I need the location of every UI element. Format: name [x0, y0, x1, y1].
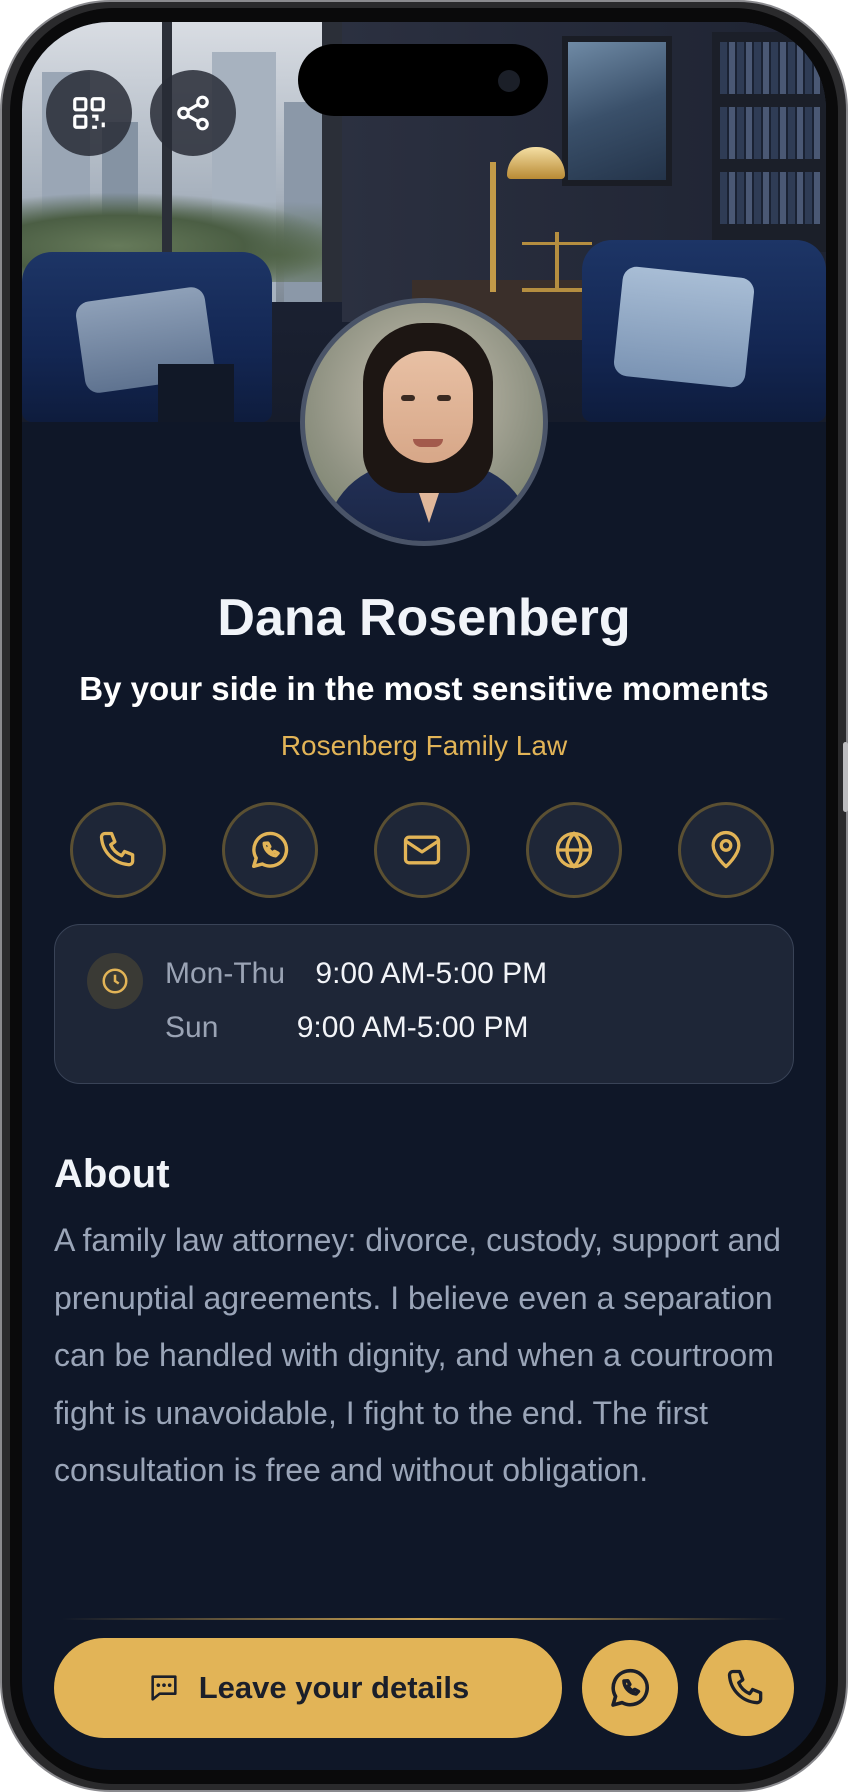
- hours-row: Mon-Thu 9:00 AM-5:00 PM: [165, 957, 547, 991]
- mail-icon: [403, 835, 441, 865]
- share-icon: [177, 95, 209, 131]
- hours-time: 9:00 AM-5:00 PM: [296, 1011, 529, 1044]
- email-action-button[interactable]: [374, 802, 470, 898]
- profile-tagline: By your side in the most sensitive momen…: [79, 670, 769, 707]
- qr-code-icon: [73, 97, 105, 129]
- side-button: [843, 742, 848, 812]
- screen: Dana Rosenberg By your side in the most …: [22, 22, 826, 1770]
- whatsapp-icon: [611, 1668, 649, 1707]
- opening-hours-card: Mon-Thu 9:00 AM-5:00 PM Sun 9:00 AM-5:00…: [54, 924, 794, 1084]
- hours-row: Sun 9:00 AM-5:00 PM: [165, 1011, 529, 1045]
- map-pin-icon: [711, 830, 741, 869]
- share-button[interactable]: [150, 70, 236, 156]
- location-action-button[interactable]: [678, 802, 774, 898]
- leave-details-button[interactable]: Leave your details: [54, 1638, 562, 1738]
- avatar: [300, 298, 548, 546]
- globe-icon: [555, 831, 593, 869]
- website-action-button[interactable]: [526, 802, 622, 898]
- hours-days: Sun: [165, 1011, 219, 1044]
- profile-name: Dana Rosenberg: [217, 589, 631, 647]
- clock-icon: [102, 968, 128, 994]
- painting: [562, 36, 672, 186]
- qr-code-button[interactable]: [46, 70, 132, 156]
- chat-icon: [151, 1675, 177, 1701]
- footer-divider: [62, 1618, 786, 1620]
- about-heading: About: [54, 1152, 170, 1196]
- leave-details-label: Leave your details: [198, 1670, 470, 1705]
- phone-icon: [727, 1669, 763, 1705]
- whatsapp-footer-button[interactable]: [582, 1640, 678, 1736]
- about-text: A family law attorney: divorce, custody,…: [54, 1222, 781, 1488]
- whatsapp-icon: [251, 831, 289, 869]
- phone-icon: [99, 831, 135, 867]
- whatsapp-action-button[interactable]: [222, 802, 318, 898]
- call-footer-button[interactable]: [698, 1640, 794, 1736]
- clock-badge: [87, 953, 143, 1009]
- company-name: Rosenberg Family Law: [280, 730, 568, 761]
- camera-dot: [498, 70, 520, 92]
- phone-action-button[interactable]: [70, 802, 166, 898]
- hours-time: 9:00 AM-5:00 PM: [315, 957, 548, 990]
- hours-days: Mon-Thu: [165, 957, 286, 990]
